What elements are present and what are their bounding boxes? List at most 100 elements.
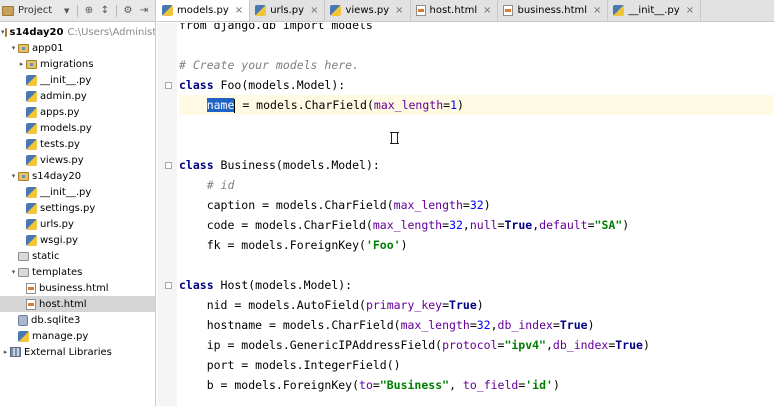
tree-item-label: __init__.py (40, 186, 92, 198)
code-line[interactable]: code = models.CharField(max_length = 32,nu… (179, 215, 774, 235)
tree-item[interactable]: __init__.py (0, 184, 155, 200)
folder-icon (4, 27, 7, 37)
tree-item[interactable]: db.sqlite3 (0, 312, 155, 328)
close-tab-icon[interactable]: × (395, 5, 403, 16)
tree-item[interactable]: settings.py (0, 200, 155, 216)
code-token: ) (587, 318, 595, 332)
code-token: ) (476, 298, 484, 312)
code-line[interactable]: name = models.CharField(max_length=1) (179, 95, 774, 115)
expand-arrow-icon[interactable]: ▾ (9, 268, 18, 276)
expand-arrow-icon[interactable]: ▾ (9, 172, 18, 180)
tree-item[interactable]: business.html (0, 280, 155, 296)
collapse-all-button[interactable]: ↕ (97, 5, 113, 16)
tree-item-path: C:\Users\Administrato (67, 26, 156, 38)
code-line[interactable]: from django.db import models (179, 23, 774, 35)
editor-tab[interactable]: urls.py × (250, 0, 326, 21)
code-line[interactable] (179, 135, 774, 155)
python-file-icon (26, 218, 37, 230)
code-token: = (587, 218, 595, 232)
fold-toggle-icon[interactable] (165, 162, 172, 169)
editor-tab[interactable]: models.py × (157, 0, 251, 21)
code-line[interactable]: # id (179, 175, 774, 195)
code-line[interactable]: # Create your models here. (179, 55, 774, 75)
editor-gutter[interactable] (157, 23, 177, 406)
close-tab-icon[interactable]: × (235, 5, 243, 16)
code-line[interactable]: ip = models.GenericIPAddressField(protoc… (179, 335, 774, 355)
code-line[interactable]: class Host(models.Model): (165, 275, 774, 295)
scroll-from-source-button[interactable]: ⊕ (81, 5, 97, 16)
project-tree: ▾s14day20C:\Users\Administrato▾app01▸mig… (0, 22, 155, 360)
code-line[interactable]: fk = models.ForeignKey('Foo') (179, 235, 774, 255)
project-panel-header: Project ▼ ⊕ ↕ ⚙ ⇥ (0, 0, 155, 22)
python-file-icon (26, 154, 37, 166)
code-line[interactable] (179, 255, 774, 275)
package-folder-icon (26, 59, 37, 69)
close-tab-icon[interactable]: × (310, 5, 318, 16)
tree-item[interactable]: apps.py (0, 104, 155, 120)
plain-folder-icon (18, 251, 29, 261)
editor-tab[interactable]: views.py × (325, 0, 411, 21)
expand-arrow-icon[interactable]: ▾ (1, 28, 5, 36)
code-area[interactable]: from django.db import models # Create you… (165, 23, 774, 406)
code-line[interactable]: class Foo(models.Model): (165, 75, 774, 95)
code-line[interactable] (179, 115, 774, 135)
close-tab-icon[interactable]: × (686, 5, 694, 16)
fold-toggle-icon[interactable] (165, 282, 172, 289)
python-file-icon (613, 5, 625, 16)
close-tab-icon[interactable]: × (483, 5, 491, 16)
collapse-arrow-icon[interactable]: ▸ (1, 348, 10, 356)
tree-item[interactable]: host.html (0, 296, 155, 312)
code-line[interactable] (179, 35, 774, 55)
close-tab-icon[interactable]: × (593, 5, 601, 16)
tree-item[interactable]: views.py (0, 152, 155, 168)
tree-item[interactable]: wsgi.py (0, 232, 155, 248)
code-token: 32 (469, 198, 484, 212)
tree-item[interactable]: ▾ s14day20C:\Users\Administrato (0, 24, 155, 40)
editor-tab[interactable]: __init__.py × (608, 0, 702, 21)
tree-item[interactable]: models.py (0, 120, 155, 136)
code-token: 'id' (525, 378, 553, 392)
tree-item[interactable]: urls.py (0, 216, 155, 232)
code-line[interactable]: caption = models.CharField(max_length=32… (179, 195, 774, 215)
tree-item[interactable]: admin.py (0, 88, 155, 104)
tree-item[interactable]: tests.py (0, 136, 155, 152)
code-token: caption = models.CharField( (179, 198, 394, 212)
collapse-arrow-icon[interactable]: ▸ (17, 60, 26, 68)
code-line[interactable]: hostname = models.CharField(max_length=3… (179, 315, 774, 335)
hide-panel-button[interactable]: ⇥ (136, 5, 152, 16)
code-token: max_length (373, 98, 444, 112)
view-dropdown-chevron-icon[interactable]: ▼ (64, 7, 74, 15)
tree-item[interactable]: ▾ s14day20 (0, 168, 155, 184)
code-token: 1 (450, 98, 458, 112)
tree-item[interactable]: ▸ migrations (0, 56, 155, 72)
tree-item[interactable]: ▾ templates (0, 264, 155, 280)
editor-tab-label: __init__.py (628, 5, 680, 16)
tree-item-label: static (32, 250, 60, 262)
tree-item[interactable]: ▸ External Libraries (0, 344, 155, 360)
settings-gear-icon[interactable]: ⚙ (120, 5, 136, 16)
plain-folder-icon (18, 267, 29, 277)
code-line[interactable]: port = models.IntegerField() (179, 355, 774, 375)
python-file-icon (26, 186, 37, 198)
tree-item[interactable]: ▾ app01 (0, 40, 155, 56)
code-token: ) (457, 98, 464, 112)
python-file-icon (26, 138, 37, 150)
tree-item[interactable]: static (0, 248, 155, 264)
tree-item[interactable]: __init__.py (0, 72, 155, 88)
expand-arrow-icon[interactable]: ▾ (9, 44, 18, 52)
code-editor[interactable]: from django.db import models # Create you… (157, 23, 774, 406)
tree-item-label: business.html (39, 282, 109, 294)
code-token: hostname = models.CharField( (179, 318, 401, 332)
project-view-selector[interactable]: Project (18, 5, 64, 16)
editor-tab[interactable]: business.html × (498, 0, 609, 21)
code-line[interactable]: nid = models.AutoField(primary_key=True) (179, 295, 774, 315)
code-token: = (462, 198, 470, 212)
code-line[interactable]: class Business(models.Model): (165, 155, 774, 175)
editor-tab[interactable]: host.html × (411, 0, 499, 21)
tree-item[interactable]: manage.py (0, 328, 155, 344)
code-token: = (552, 318, 560, 332)
python-file-icon (162, 5, 173, 16)
code-line[interactable]: b = models.ForeignKey(to="Business", to_… (179, 375, 774, 395)
fold-toggle-icon[interactable] (165, 82, 172, 89)
